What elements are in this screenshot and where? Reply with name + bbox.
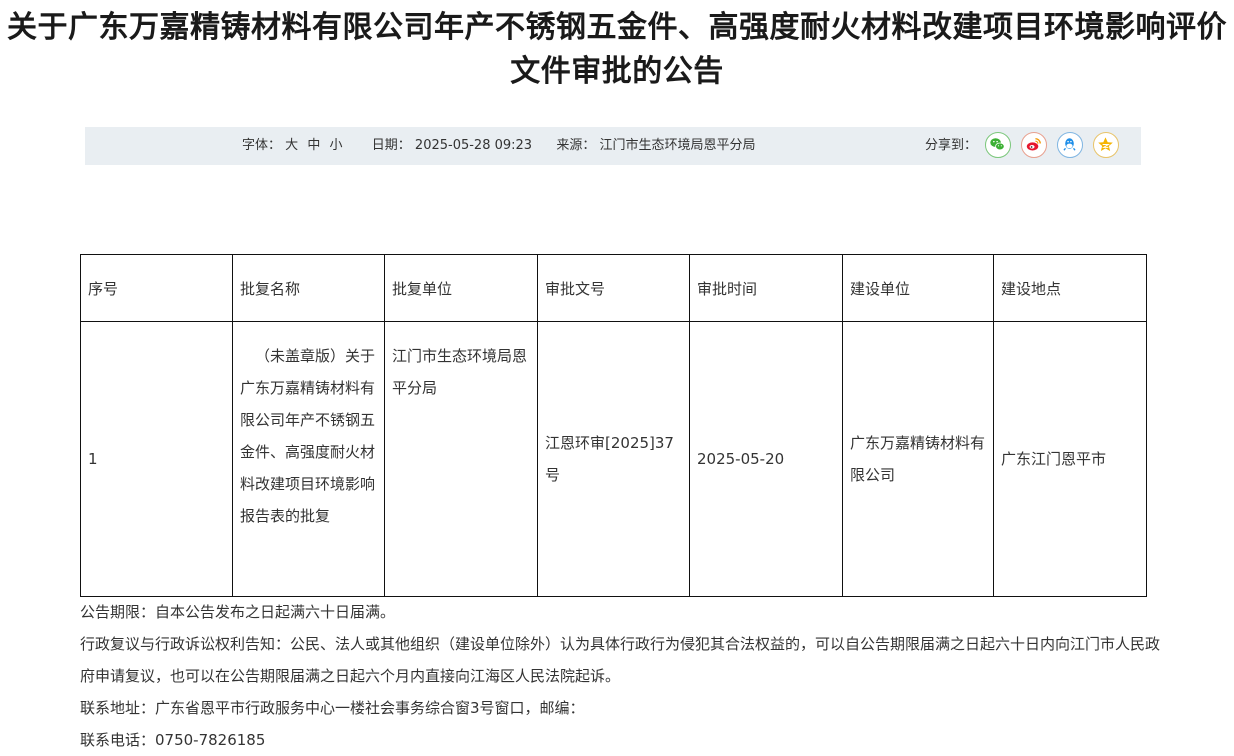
publish-date: 2025-05-28 09:23 xyxy=(414,138,533,153)
contact-phone: 联系电话：0750-7826185 xyxy=(80,731,266,749)
weibo-icon[interactable] xyxy=(1021,132,1048,158)
table-row: 1 （未盖章版）关于广东万嘉精铸材料有限公司年产不锈钢五金件、高强度耐火材料改建… xyxy=(80,321,1147,597)
font-size-label: 字体： xyxy=(242,138,282,153)
cell-approval-unit: 江门市生态环境局恩平分局 xyxy=(384,321,538,597)
cell-approval-date: 2025-05-20 xyxy=(689,321,843,597)
header-doc-number: 审批文号 xyxy=(537,254,690,322)
header-approval-name: 批复名称 xyxy=(232,254,385,322)
header-index: 序号 xyxy=(80,254,233,322)
qzone-icon[interactable] xyxy=(1093,132,1120,158)
header-approval-unit: 批复单位 xyxy=(384,254,538,322)
font-size-medium[interactable]: 中 xyxy=(307,127,320,165)
cell-doc-number: 江恩环审[2025]37号 xyxy=(537,321,690,597)
date-label: 日期： xyxy=(371,138,411,153)
header-builder: 建设单位 xyxy=(842,254,994,322)
cell-index: 1 xyxy=(80,321,233,597)
qq-icon[interactable] xyxy=(1057,132,1084,158)
cell-approval-name: （未盖章版）关于广东万嘉精铸材料有限公司年产不锈钢五金件、高强度耐火材料改建项目… xyxy=(232,321,385,597)
wechat-icon[interactable] xyxy=(985,132,1011,158)
header-location: 建设地点 xyxy=(993,254,1147,322)
font-size-large[interactable]: 大 xyxy=(285,127,298,165)
font-size-small[interactable]: 小 xyxy=(329,127,342,165)
article-meta: 字体： 大 中 小 日期： 2025-05-28 09:23 来源： 江门市生态… xyxy=(242,127,756,165)
header-approval-date: 审批时间 xyxy=(689,254,843,322)
article-info-bar: 字体： 大 中 小 日期： 2025-05-28 09:23 来源： 江门市生态… xyxy=(85,127,1141,165)
rights-notice: 行政复议与行政诉讼权利告知：公民、法人或其他组织（建设单位除外）认为具体行政行为… xyxy=(80,635,1161,685)
table-header-row: 序号 批复名称 批复单位 审批文号 审批时间 建设单位 建设地点 xyxy=(80,254,1147,322)
source-label: 来源： xyxy=(556,138,596,153)
page-title: 关于广东万嘉精铸材料有限公司年产不锈钢五金件、高强度耐火材料改建项目环境影响评价… xyxy=(7,10,1227,89)
cell-builder: 广东万嘉精铸材料有限公司 xyxy=(842,321,994,597)
cell-location: 广东江门恩平市 xyxy=(993,321,1147,597)
share-label: 分享到： xyxy=(925,138,978,153)
source-name: 江门市生态环境局恩平分局 xyxy=(599,138,756,153)
share-icons xyxy=(985,132,1125,160)
contact-address: 联系地址：广东省恩平市行政服务中心一楼社会事务综合窗3号窗口，邮编： xyxy=(80,699,585,717)
approval-table: 序号 批复名称 批复单位 审批文号 审批时间 建设单位 建设地点 1 （未盖章版… xyxy=(80,254,1147,597)
notice-footer: 公告期限：自本公告发布之日起满六十日届满。 行政复议与行政诉讼权利告知：公民、法… xyxy=(80,596,1160,756)
notice-period: 公告期限：自本公告发布之日起满六十日届满。 xyxy=(80,603,396,621)
